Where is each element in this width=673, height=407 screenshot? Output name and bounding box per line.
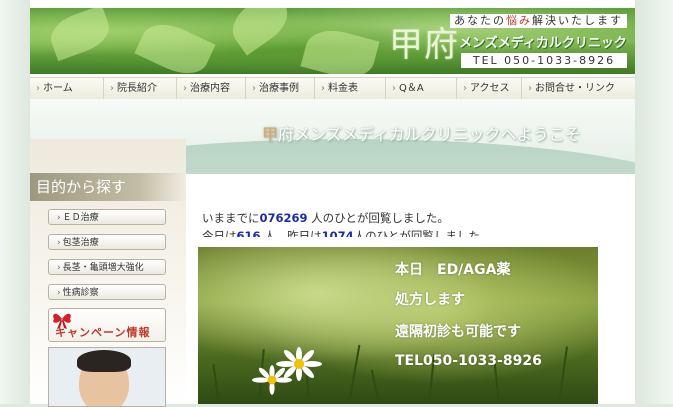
main-content: いままでに076269 人のひとが回覧しました。 今日は616 人、昨日は107…: [186, 174, 635, 404]
leaf-decoration: [45, 8, 115, 62]
nav-item-access[interactable]: アクセス: [457, 78, 522, 99]
sidebar-item-enlargement[interactable]: 長茎・亀頭増大強化: [48, 259, 166, 275]
content-clip: [186, 237, 635, 247]
grass-blade: [348, 344, 361, 404]
page-background-right: [635, 0, 673, 404]
header-tagline: あなたの悩み解決いたします: [450, 14, 627, 28]
logo-clinic-name: メンズメディカルクリニック: [459, 36, 627, 51]
header-tel: TEL 050-1033-8926: [461, 53, 627, 68]
promo-line-2: 処方します: [395, 292, 465, 308]
grass-blade: [558, 346, 569, 404]
page-container: あなたの悩み解決いたします 甲府 メンズメディカルクリニック TEL 050-1…: [30, 0, 635, 407]
sidebar-item-ed[interactable]: ＥＤ治療: [48, 209, 166, 225]
promo-tel: TEL050-1033-8926: [395, 353, 542, 369]
doctor-photo: [48, 347, 166, 407]
grass-blade: [370, 369, 380, 404]
global-nav: ホーム 院長紹介 治療内容 治療事例 料金表 Q＆A アクセス お問合せ・リンク: [30, 77, 635, 100]
leaf-decoration: [223, 8, 297, 56]
nav-item-faq[interactable]: Q＆A: [386, 78, 457, 99]
header-logo-area[interactable]: あなたの悩み解決いたします 甲府 メンズメディカルクリニック TEL 050-1…: [389, 14, 627, 70]
daisy-flower-icon: [252, 365, 292, 395]
campaign-label: キャンペーン情報: [55, 326, 151, 339]
promo-image-panel[interactable]: 本日 ED/AGA薬 処方します 遠隔初診も可能です TEL050-1033-8…: [198, 247, 598, 404]
sidebar-item-phimosis[interactable]: 包茎治療: [48, 234, 166, 250]
nav-item-cases[interactable]: 治療事例: [246, 78, 315, 99]
nav-item-home[interactable]: ホーム: [30, 78, 104, 99]
site-header: あなたの悩み解決いたします 甲府 メンズメディカルクリニック TEL 050-1…: [30, 8, 635, 74]
welcome-text: 甲府メンズメディカルクリニックへようこそ: [262, 125, 581, 144]
leaf-decoration: [300, 23, 380, 74]
leaf-decoration: [134, 15, 216, 74]
sidebar: 目的から探す ＥＤ治療 包茎治療 長茎・亀頭増大強化 性病診察 キャンペーン情報: [30, 139, 186, 407]
campaign-banner[interactable]: キャンペーン情報: [48, 308, 166, 342]
nav-item-treatment[interactable]: 治療内容: [177, 78, 246, 99]
doctor-hair: [77, 350, 131, 372]
page-background-left: [0, 0, 30, 404]
promo-line-3: 遠隔初診も可能です: [395, 324, 521, 340]
nav-item-pricing[interactable]: 料金表: [315, 78, 386, 99]
nav-item-director[interactable]: 院長紹介: [104, 78, 177, 99]
sidebar-title: 目的から探す: [30, 173, 186, 201]
promo-line-1: 本日 ED/AGA薬: [395, 262, 511, 278]
logo-kanji: 甲府: [389, 25, 459, 65]
counter-line-total: いままでに076269 人のひとが回覧しました。: [202, 211, 449, 225]
sidebar-item-std[interactable]: 性病診察: [48, 284, 166, 300]
grass-blade: [212, 364, 220, 404]
nav-item-contact-links[interactable]: お問合せ・リンク: [522, 78, 615, 99]
